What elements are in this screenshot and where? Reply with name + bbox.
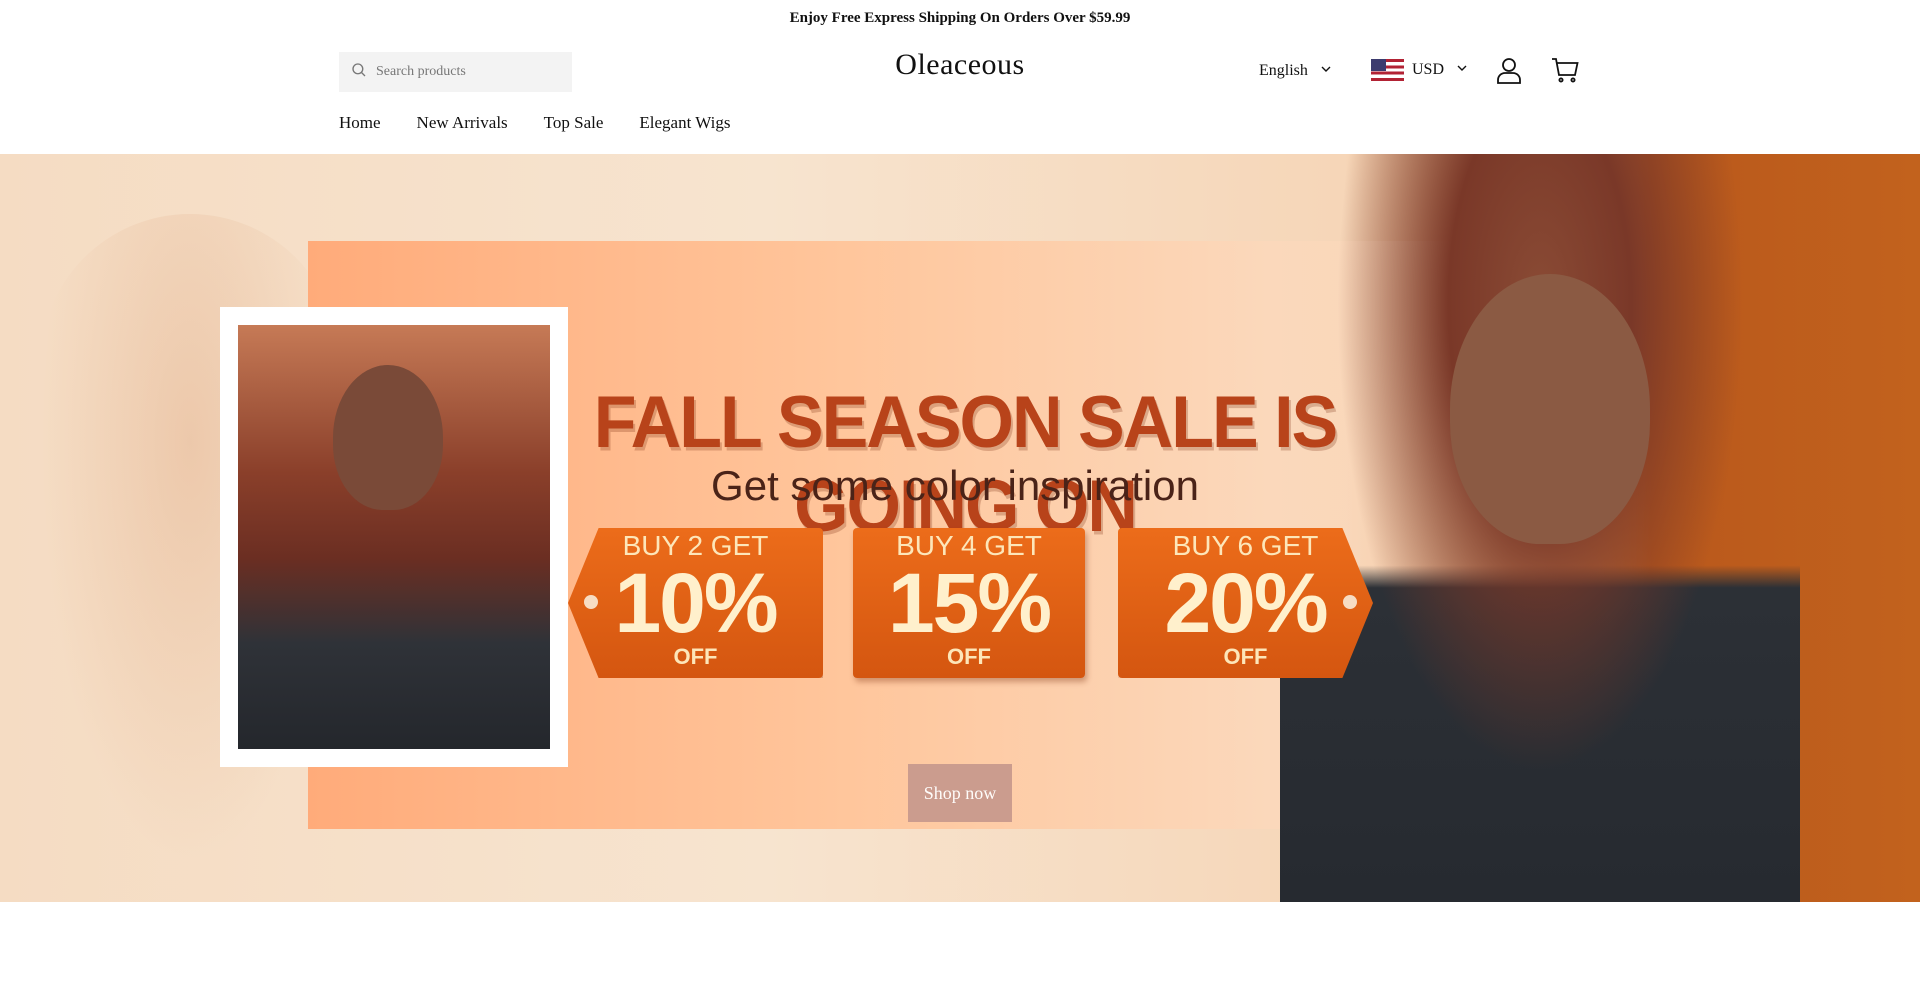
currency-selector[interactable]: USD bbox=[1371, 59, 1468, 81]
nav-item-new-arrivals[interactable]: New Arrivals bbox=[417, 113, 508, 133]
tag-off: OFF bbox=[673, 644, 718, 669]
discount-tag: BUY 2 GET 10% OFF bbox=[568, 528, 823, 678]
nav-item-elegant-wigs[interactable]: Elegant Wigs bbox=[639, 113, 730, 133]
currency-label: USD bbox=[1412, 61, 1445, 78]
language-selector[interactable]: English bbox=[1259, 62, 1332, 80]
shop-now-button[interactable]: Shop now bbox=[908, 764, 1012, 822]
user-icon bbox=[1494, 58, 1524, 89]
cart-icon bbox=[1550, 58, 1580, 89]
hero-banner[interactable]: FALL SEASON SALE IS GOING ON Get some co… bbox=[0, 154, 1920, 902]
main-nav: Home New Arrivals Top Sale Elegant Wigs bbox=[339, 113, 766, 133]
nav-item-home[interactable]: Home bbox=[339, 113, 381, 133]
discount-tag: BUY 4 GET 15% OFF bbox=[853, 528, 1085, 678]
chevron-down-icon bbox=[1320, 62, 1332, 80]
language-label: English bbox=[1259, 62, 1308, 79]
cart-button[interactable] bbox=[1550, 55, 1580, 85]
announcement-bar: Enjoy Free Express Shipping On Orders Ov… bbox=[0, 0, 1920, 36]
tag-percent: 15% bbox=[887, 556, 1052, 650]
site-logo[interactable]: Oleaceous bbox=[860, 48, 1060, 82]
discount-tag: BUY 6 GET 20% OFF bbox=[1118, 528, 1373, 678]
tag-off: OFF bbox=[1223, 644, 1268, 669]
tag-percent: 20% bbox=[1164, 556, 1328, 650]
tag-percent: 10% bbox=[614, 556, 778, 650]
site-header: Oleaceous English USD bbox=[0, 36, 1920, 108]
announcement-text: Enjoy Free Express Shipping On Orders Ov… bbox=[789, 9, 1131, 26]
framed-model-photo bbox=[220, 307, 568, 767]
chevron-down-icon bbox=[1456, 61, 1468, 79]
nav-item-top-sale[interactable]: Top Sale bbox=[544, 113, 604, 133]
search-input[interactable] bbox=[376, 64, 566, 80]
search-box[interactable] bbox=[339, 52, 572, 92]
search-icon bbox=[350, 61, 368, 84]
account-button[interactable] bbox=[1494, 55, 1524, 85]
sale-subtitle: Get some color inspiration bbox=[711, 462, 1199, 509]
us-flag-icon bbox=[1371, 59, 1404, 81]
